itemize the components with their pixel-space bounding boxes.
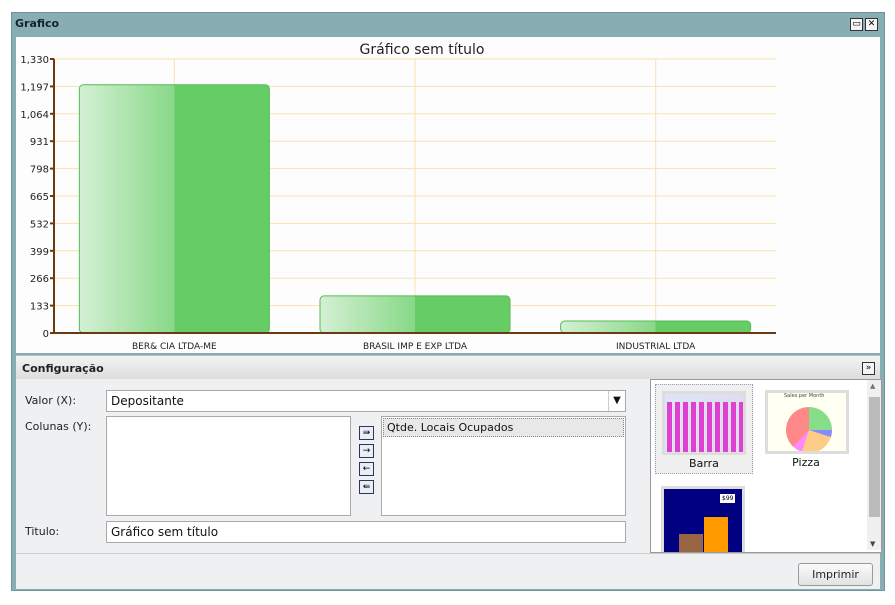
scroll-thumb[interactable] xyxy=(869,397,880,517)
y-tick-label: 133 xyxy=(30,302,49,313)
chart-area: Gráfico sem título 0 133 266 399 532 665 798 93… xyxy=(16,37,880,353)
valor-label: Valor (X): xyxy=(25,394,77,407)
pie-thumb-title: Sales per Month xyxy=(784,393,825,399)
scroll-up-icon[interactable]: ▲ xyxy=(870,382,875,390)
price-tag: $99 xyxy=(720,494,736,503)
x-tick-label: BRASIL IMP E EXP LTDA xyxy=(363,342,468,352)
y-tick-label: 931 xyxy=(30,137,49,148)
title-bar: Grafico ▭ ✕ xyxy=(12,13,884,36)
y-tick-label: 1,197 xyxy=(20,82,49,93)
titulo-label: Titulo: xyxy=(25,525,60,538)
bar-chart: Gráfico sem título 0 133 266 399 532 665 798 93… xyxy=(20,42,776,352)
titulo-input[interactable]: Gráfico sem título xyxy=(106,521,626,543)
y-tick-label: 532 xyxy=(30,219,49,230)
bar xyxy=(319,295,511,334)
print-button[interactable]: Imprimir xyxy=(798,563,873,586)
chart-type-pie[interactable]: Sales per Month Pizza xyxy=(761,384,857,472)
chart-window: Grafico ▭ ✕ Gráfico sem título 0 133 266 39… xyxy=(11,12,885,591)
colunas-label: Colunas (Y): xyxy=(25,420,92,433)
config-header[interactable]: Configuração » xyxy=(16,355,880,380)
y-tick-label: 0 xyxy=(43,329,49,340)
selected-columns-list[interactable]: Qtde. Locais Ocupados xyxy=(381,416,626,516)
footer: Imprimir xyxy=(16,553,880,589)
move-left-icon[interactable]: ← xyxy=(359,462,374,476)
move-all-right-icon[interactable]: ⇛ xyxy=(359,426,374,440)
collapse-icon[interactable]: » xyxy=(862,362,875,375)
list-item[interactable]: Qtde. Locais Ocupados xyxy=(383,418,624,437)
y-tick-label: 399 xyxy=(30,247,49,258)
chart-type-bar[interactable]: Barra xyxy=(655,384,753,474)
x-tick-label: INDUSTRIAL LTDA xyxy=(616,342,696,352)
chart-type-3d-bar[interactable]: $99 xyxy=(661,486,745,552)
close-icon[interactable]: ✕ xyxy=(865,18,878,31)
bar xyxy=(560,320,752,334)
chevron-down-icon[interactable]: ▼ xyxy=(608,391,625,411)
bar-chart-thumbnail xyxy=(662,391,746,455)
move-all-left-icon[interactable]: ⇚ xyxy=(359,480,374,494)
chart-title: Gráfico sem título xyxy=(360,42,485,58)
maximize-icon[interactable]: ▭ xyxy=(850,18,863,31)
pie-chart-thumbnail: Sales per Month xyxy=(765,390,849,454)
y-tick-label: 1,064 xyxy=(20,110,49,121)
y-tick-label: 665 xyxy=(30,192,49,203)
y-tick-label: 1,330 xyxy=(20,55,49,66)
move-right-icon[interactable]: → xyxy=(359,444,374,458)
chart-type-gallery: Barra Sales per Month Pizza $99 ▲ ▼ xyxy=(650,379,882,553)
config-title: Configuração xyxy=(22,362,104,375)
y-tick-label: 266 xyxy=(30,274,49,285)
chart-type-label: Barra xyxy=(689,457,719,470)
bar xyxy=(78,84,270,334)
x-tick-label: BER& CIA LTDA-ME xyxy=(132,342,217,352)
valor-value: Depositante xyxy=(111,394,184,408)
y-tick-label: 798 xyxy=(30,165,49,176)
available-columns-list[interactable] xyxy=(106,416,351,516)
scrollbar[interactable]: ▲ ▼ xyxy=(867,380,881,550)
window-title: Grafico xyxy=(15,17,60,30)
chart-type-label: Pizza xyxy=(792,456,820,469)
config-panel: Valor (X): Depositante ▼ Colunas (Y): ⇛ →… xyxy=(16,379,882,553)
valor-select[interactable]: Depositante ▼ xyxy=(106,390,626,412)
scroll-down-icon[interactable]: ▼ xyxy=(870,540,875,548)
